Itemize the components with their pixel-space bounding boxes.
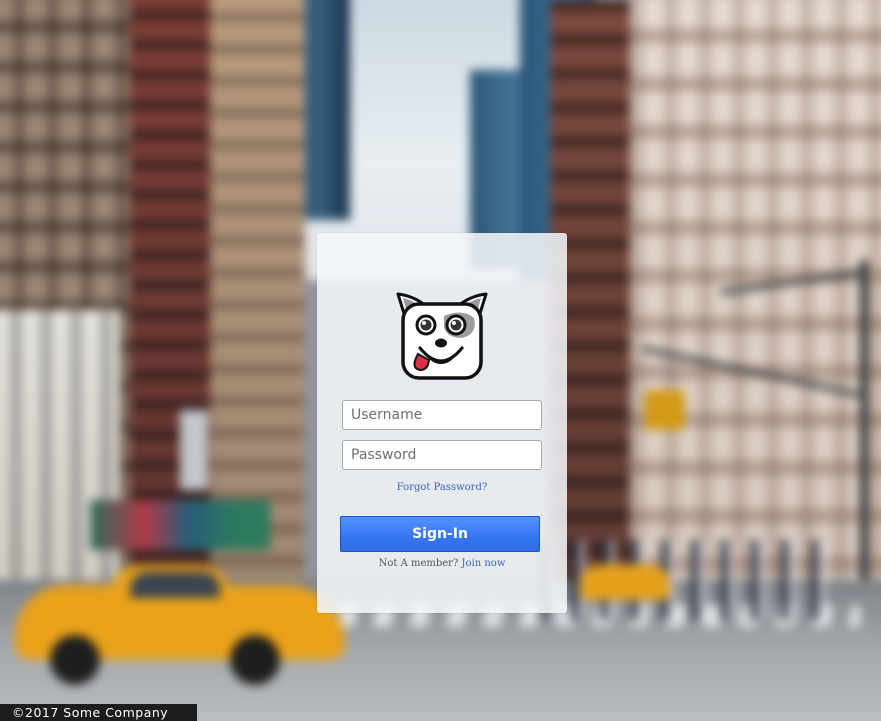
signup-prompt: Not A member? Join now — [317, 558, 567, 569]
password-input[interactable] — [342, 440, 542, 470]
login-card: Forgot Password? Sign-In Not A member? J… — [317, 233, 567, 613]
copyright-footer: ©2017 Some Company — [0, 704, 197, 721]
login-page: Forgot Password? Sign-In Not A member? J… — [0, 0, 881, 721]
forgot-password-link[interactable]: Forgot Password? — [317, 482, 567, 493]
copyright-text: ©2017 Some Company — [12, 705, 169, 720]
not-member-text: Not A member? — [378, 558, 459, 569]
dog-face-logo-icon — [396, 290, 488, 382]
sign-in-button[interactable]: Sign-In — [340, 516, 540, 552]
username-input[interactable] — [342, 400, 542, 430]
join-now-link[interactable]: Join now — [462, 558, 506, 569]
